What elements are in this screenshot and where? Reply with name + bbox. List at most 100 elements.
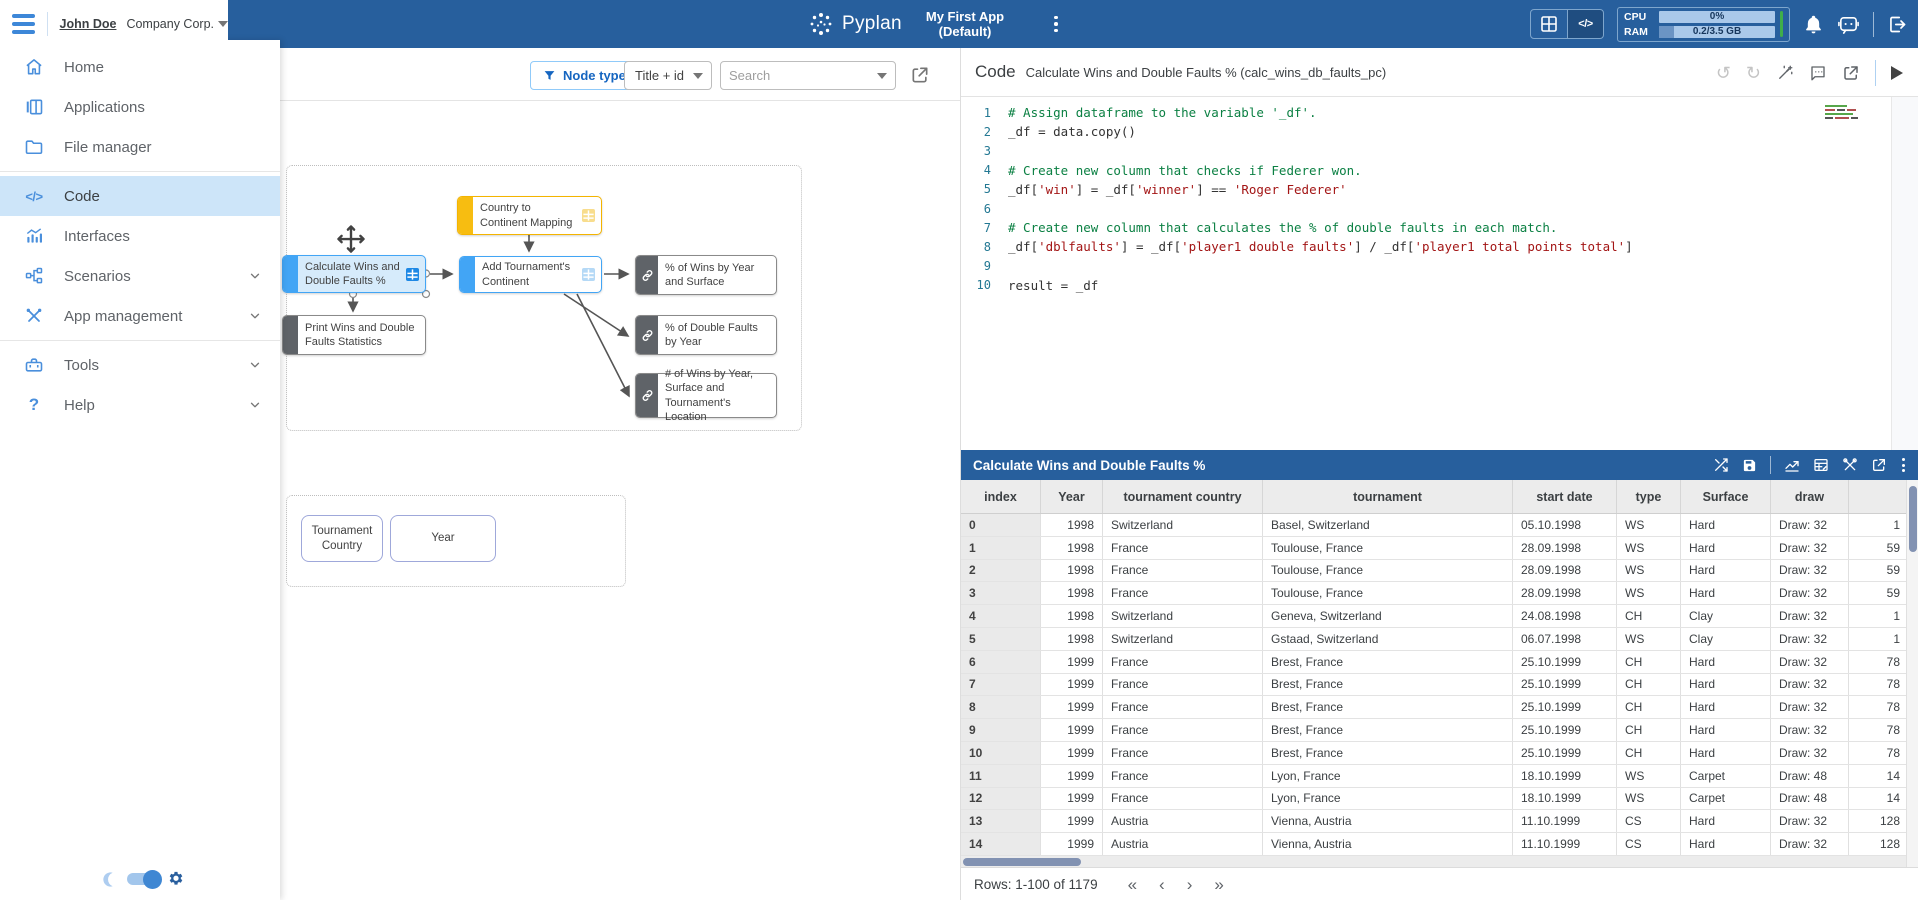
input-node-tournament-country[interactable]: Tournament Country bbox=[301, 515, 383, 562]
redo-icon[interactable]: ↻ bbox=[1746, 64, 1761, 82]
vertical-scrollbar-thumb[interactable] bbox=[1909, 486, 1917, 552]
theme-toggle[interactable] bbox=[127, 873, 159, 885]
run-code-button[interactable] bbox=[1891, 66, 1903, 80]
table-menu-kebab-icon[interactable] bbox=[1900, 458, 1907, 472]
open-table-external-icon[interactable] bbox=[1871, 457, 1887, 473]
open-diagram-external-icon[interactable] bbox=[910, 65, 930, 85]
last-page-icon[interactable]: » bbox=[1214, 876, 1223, 893]
open-code-external-icon[interactable] bbox=[1842, 64, 1860, 82]
folder-icon bbox=[22, 135, 46, 159]
prev-page-icon[interactable]: ‹ bbox=[1159, 876, 1165, 893]
sidebar-item-tools[interactable]: Tools bbox=[0, 345, 280, 385]
node-country-to-continent-mapping[interactable]: Country to Continent Mapping bbox=[457, 196, 602, 235]
notifications-bell-icon[interactable] bbox=[1803, 14, 1824, 35]
column-header-extra[interactable] bbox=[1849, 480, 1906, 513]
table-row[interactable]: 81999FranceBrest, France25.10.1999CHHard… bbox=[961, 696, 1906, 719]
save-icon[interactable] bbox=[1742, 458, 1757, 473]
sidebar-item-applications[interactable]: Applications bbox=[0, 87, 280, 127]
search-input[interactable] bbox=[729, 68, 877, 83]
first-page-icon[interactable]: « bbox=[1128, 876, 1137, 893]
table-row[interactable]: 71999FranceBrest, France25.10.1999CHHard… bbox=[961, 674, 1906, 697]
chart-view-icon[interactable] bbox=[1784, 457, 1800, 473]
column-header-tournament[interactable]: tournament bbox=[1263, 480, 1513, 513]
user-name-link[interactable]: John Doe bbox=[60, 17, 117, 31]
table-row[interactable]: 141999AustriaVienna, Austria11.10.1999CS… bbox=[961, 833, 1906, 856]
vertical-scrollbar[interactable] bbox=[1906, 480, 1918, 868]
code-view-icon[interactable]: </> bbox=[1567, 10, 1603, 38]
table-cell: 1999 bbox=[1041, 651, 1103, 673]
input-node-year[interactable]: Year bbox=[390, 515, 496, 562]
line-number: 1 bbox=[961, 106, 991, 120]
table-row[interactable]: 131999AustriaVienna, Austria11.10.1999CS… bbox=[961, 810, 1906, 833]
column-header-draw[interactable]: draw bbox=[1771, 480, 1849, 513]
table-row[interactable]: 61999FranceBrest, France25.10.1999CHHard… bbox=[961, 651, 1906, 674]
app-menu-kebab-icon[interactable] bbox=[1046, 12, 1066, 36]
sidebar-item-label: Code bbox=[64, 188, 100, 205]
sidebar-item-scenarios[interactable]: Scenarios bbox=[0, 256, 280, 296]
column-header-type[interactable]: type bbox=[1617, 480, 1681, 513]
table-cell: CH bbox=[1617, 696, 1681, 718]
table-row[interactable]: 41998SwitzerlandGeneva, Switzerland24.08… bbox=[961, 605, 1906, 628]
node-pct-double-faults-by-year[interactable]: % of Double Faults by Year bbox=[635, 315, 777, 355]
table-row[interactable]: 91999FranceBrest, France25.10.1999CHHard… bbox=[961, 719, 1906, 742]
table-row[interactable]: 01998SwitzerlandBasel, Switzerland05.10.… bbox=[961, 514, 1906, 537]
node-add-tournaments-continent[interactable]: Add Tournament's Continent bbox=[459, 256, 602, 293]
table-cell: Draw: 32 bbox=[1771, 651, 1849, 673]
table-cell: France bbox=[1103, 696, 1263, 718]
node-pct-wins-by-year-surface[interactable]: % of Wins by Year and Surface bbox=[635, 255, 777, 295]
sidebar-item-interfaces[interactable]: Interfaces bbox=[0, 216, 280, 256]
code-panel-title: Code bbox=[975, 62, 1016, 82]
node-type-filter-button[interactable]: Node type bbox=[530, 61, 639, 90]
horizontal-scrollbar[interactable] bbox=[961, 856, 1906, 867]
org-selector[interactable]: Company Corp. bbox=[126, 17, 228, 31]
link-icon bbox=[641, 269, 654, 282]
sidebar-item-app-management[interactable]: App management bbox=[0, 296, 280, 336]
table-row[interactable]: 31998FranceToulouse, France28.09.1998WSH… bbox=[961, 582, 1906, 605]
chevron-down-icon bbox=[248, 358, 262, 372]
undo-icon[interactable]: ↺ bbox=[1716, 64, 1731, 82]
sidebar-item-file-manager[interactable]: File manager bbox=[0, 127, 280, 167]
chevron-down-icon[interactable] bbox=[877, 73, 887, 79]
node-num-wins-by-year-surface-location[interactable]: # of Wins by Year, Surface and Tournamen… bbox=[635, 373, 777, 418]
table-row[interactable]: 111999FranceLyon, France18.10.1999WSCarp… bbox=[961, 765, 1906, 788]
settings-gear-icon[interactable] bbox=[167, 870, 185, 888]
column-header-Year[interactable]: Year bbox=[1041, 480, 1103, 513]
table-row[interactable]: 121999FranceLyon, France18.10.1999WSCarp… bbox=[961, 788, 1906, 811]
code-line: 6 bbox=[961, 199, 1891, 218]
column-header-start date[interactable]: start date bbox=[1513, 480, 1617, 513]
table-row[interactable]: 51998SwitzerlandGstaad, Switzerland06.07… bbox=[961, 628, 1906, 651]
assistant-chat-icon[interactable] bbox=[1837, 13, 1860, 36]
app-title: My First App (Default) bbox=[900, 0, 1030, 48]
magic-wand-icon[interactable] bbox=[1776, 64, 1794, 82]
code-editor[interactable]: 1# Assign dataframe to the variable '_df… bbox=[961, 97, 1918, 450]
table-cell: Brest, France bbox=[1263, 742, 1513, 764]
line-number: 4 bbox=[961, 163, 991, 177]
table-cell: Draw: 32 bbox=[1771, 537, 1849, 559]
sidebar-item-code[interactable]: </>Code bbox=[0, 176, 280, 216]
diagram-canvas[interactable]: Country to Continent Mapping Calculate W… bbox=[280, 102, 960, 900]
comment-feedback-icon[interactable] bbox=[1809, 64, 1827, 82]
node-calculate-wins-double-faults[interactable]: Calculate Wins and Double Faults % bbox=[282, 255, 426, 293]
sidebar-footer bbox=[102, 870, 185, 888]
table-edit-icon[interactable] bbox=[1813, 457, 1829, 473]
display-mode-select[interactable]: Title + id bbox=[624, 61, 712, 90]
editor-scroll-gutter[interactable] bbox=[1891, 97, 1918, 450]
node-tools-icon[interactable] bbox=[1842, 457, 1858, 473]
table-cell: Clay bbox=[1681, 628, 1771, 650]
table-cell: Carpet bbox=[1681, 765, 1771, 787]
table-row[interactable]: 11998FranceToulouse, France28.09.1998WSH… bbox=[961, 537, 1906, 560]
sidebar-item-home[interactable]: Home bbox=[0, 47, 280, 87]
sidebar-item-help[interactable]: ?Help bbox=[0, 385, 280, 425]
horizontal-scrollbar-thumb[interactable] bbox=[963, 858, 1081, 866]
grid-view-icon[interactable] bbox=[1531, 10, 1567, 38]
node-print-wins-double-faults-statistics[interactable]: Print Wins and Double Faults Statistics bbox=[282, 315, 426, 355]
column-header-Surface[interactable]: Surface bbox=[1681, 480, 1771, 513]
table-row[interactable]: 21998FranceToulouse, France28.09.1998WSH… bbox=[961, 560, 1906, 583]
shuffle-axes-icon[interactable] bbox=[1713, 457, 1729, 473]
column-header-tournament country[interactable]: tournament country bbox=[1103, 480, 1263, 513]
logout-icon[interactable] bbox=[1887, 14, 1908, 35]
column-header-index[interactable]: index bbox=[961, 480, 1041, 513]
next-page-icon[interactable]: › bbox=[1187, 876, 1193, 893]
table-row[interactable]: 101999FranceBrest, France25.10.1999CHHar… bbox=[961, 742, 1906, 765]
hamburger-menu-icon[interactable] bbox=[12, 14, 35, 34]
